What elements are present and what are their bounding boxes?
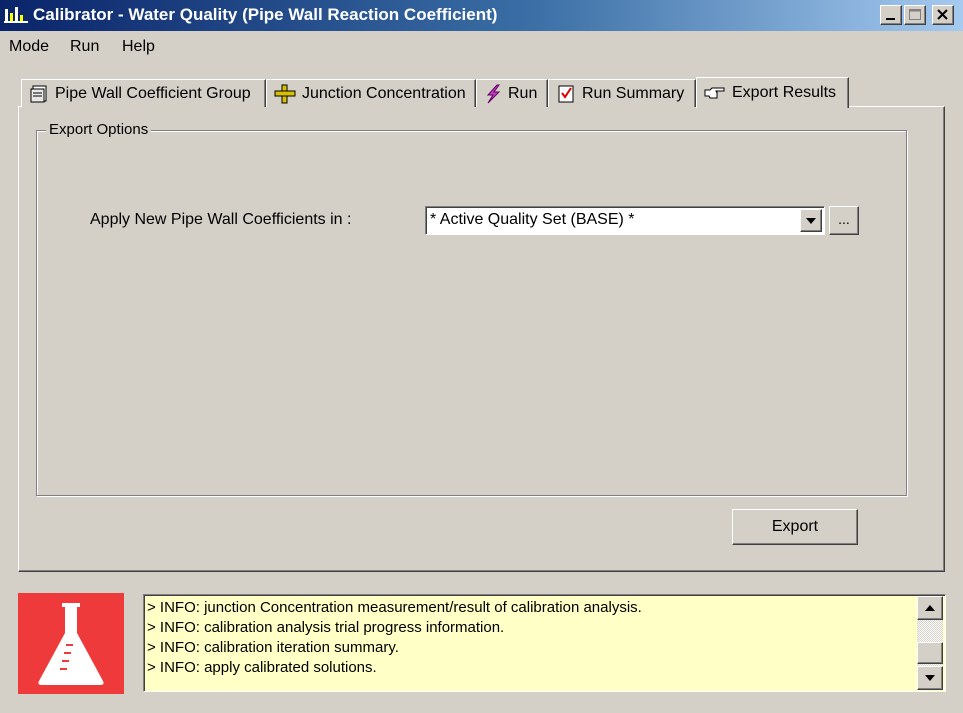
flask-icon bbox=[38, 603, 104, 685]
log-line: > INFO: calibration iteration summary. bbox=[147, 639, 399, 656]
browse-button[interactable]: ... bbox=[829, 206, 859, 235]
log-line: > INFO: apply calibrated solutions. bbox=[147, 659, 377, 676]
scrollbar-thumb[interactable] bbox=[917, 642, 943, 664]
chevron-down-icon bbox=[806, 218, 816, 224]
pointing-hand-icon bbox=[704, 87, 725, 99]
tab-label: Junction Concentration bbox=[302, 84, 466, 102]
database-icon bbox=[30, 85, 47, 102]
log-output[interactable]: > INFO: junction Concentration measureme… bbox=[143, 594, 946, 692]
tab-junction-concentration[interactable]: Junction Concentration bbox=[266, 79, 476, 107]
maximize-icon bbox=[909, 9, 921, 20]
close-icon bbox=[937, 9, 948, 20]
app-icon bbox=[4, 7, 28, 23]
minimize-button[interactable] bbox=[880, 5, 902, 25]
title-bar[interactable]: Calibrator - Water Quality (Pipe Wall Re… bbox=[0, 0, 963, 31]
tab-label: Run Summary bbox=[582, 84, 685, 102]
dropdown-arrow-button[interactable] bbox=[800, 209, 822, 232]
export-options-group bbox=[36, 130, 907, 496]
junction-icon bbox=[274, 84, 296, 103]
window-title: Calibrator - Water Quality (Pipe Wall Re… bbox=[33, 5, 498, 24]
minimize-icon bbox=[886, 18, 895, 20]
checklist-icon bbox=[558, 85, 574, 102]
scroll-down-button[interactable] bbox=[917, 666, 943, 690]
tab-run[interactable]: Run bbox=[476, 79, 548, 107]
tab-label: Export Results bbox=[732, 84, 837, 101]
quality-set-dropdown[interactable]: * Active Quality Set (BASE) * bbox=[425, 206, 825, 235]
arrow-down-icon bbox=[925, 675, 935, 681]
log-line: > INFO: calibration analysis trial progr… bbox=[147, 619, 505, 636]
menu-help[interactable]: Help bbox=[122, 38, 155, 56]
lightning-icon bbox=[486, 84, 501, 103]
arrow-up-icon bbox=[925, 605, 935, 611]
tab-pipe-wall-coefficient-group[interactable]: Pipe Wall Coefficient Group bbox=[21, 79, 266, 107]
flask-logo-panel bbox=[18, 593, 124, 694]
maximize-button[interactable] bbox=[904, 5, 926, 25]
group-title: Export Options bbox=[46, 121, 152, 138]
tab-label: Pipe Wall Coefficient Group bbox=[55, 84, 251, 102]
dropdown-value: * Active Quality Set (BASE) * bbox=[430, 211, 635, 228]
menu-mode[interactable]: Mode bbox=[9, 38, 49, 56]
tab-export-results[interactable]: Export Results bbox=[696, 77, 849, 108]
log-line: > INFO: junction Concentration measureme… bbox=[147, 599, 642, 616]
tab-label: Run bbox=[508, 84, 538, 102]
close-button[interactable] bbox=[932, 5, 954, 25]
log-scrollbar[interactable] bbox=[917, 596, 943, 690]
scroll-up-button[interactable] bbox=[917, 596, 943, 620]
menu-run[interactable]: Run bbox=[70, 38, 99, 56]
export-button[interactable]: Export bbox=[732, 509, 858, 545]
tab-run-summary[interactable]: Run Summary bbox=[548, 79, 696, 107]
apply-coefficients-label: Apply New Pipe Wall Coefficients in : bbox=[90, 211, 352, 228]
